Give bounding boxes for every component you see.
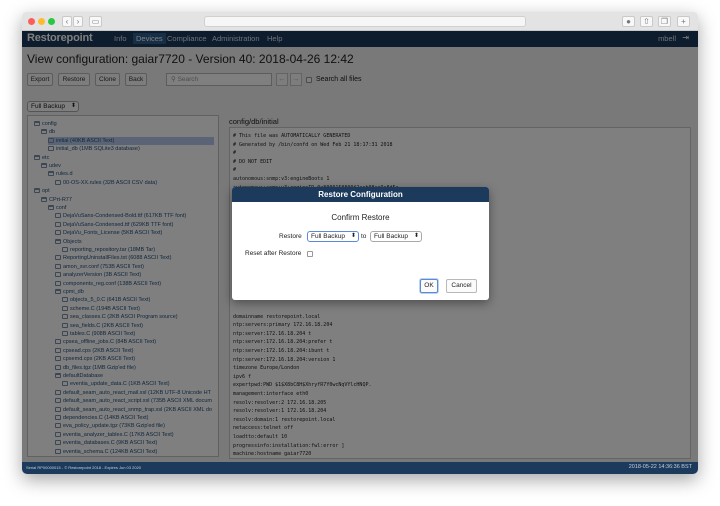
maximize-window-icon[interactable]	[48, 18, 55, 25]
ok-button[interactable]: OK	[420, 279, 438, 293]
select-arrows-icon: ⬍	[350, 233, 356, 239]
dialog-header: Restore Configuration	[232, 187, 489, 202]
from-backup-select[interactable]: Full Backup ⬍	[307, 231, 359, 242]
reset-after-restore-checkbox[interactable]	[307, 251, 313, 257]
restore-dialog: Restore Configuration Confirm Restore Re…	[232, 187, 489, 300]
address-bar[interactable]	[204, 16, 526, 27]
new-tab-icon[interactable]: +	[677, 16, 690, 27]
cancel-button[interactable]: Cancel	[446, 279, 477, 293]
browser-window: ‹ › ▭ ● ⇧ ❐ + Restorepoint Info Devices …	[22, 12, 698, 474]
browser-chrome: ‹ › ▭ ● ⇧ ❐ +	[22, 12, 698, 31]
sidebar-icon[interactable]: ▭	[89, 16, 102, 27]
forward-arrow-icon[interactable]: ›	[73, 16, 83, 27]
to-label: to	[361, 233, 367, 240]
footer-license: Serial RP00000015 - © Restorepoint 2018 …	[26, 465, 142, 470]
footer-timestamp: 2018-05-22 14:36:36 BST	[628, 464, 692, 470]
restore-label: Restore	[279, 233, 302, 240]
minimize-window-icon[interactable]	[38, 18, 45, 25]
to-backup-select[interactable]: Full Backup ⬍	[370, 231, 422, 242]
close-window-icon[interactable]	[28, 18, 35, 25]
tabs-icon[interactable]: ❐	[658, 16, 671, 27]
reset-after-restore-label: Reset after Restore	[245, 250, 302, 257]
share-icon[interactable]: ⇧	[640, 16, 653, 27]
footer-bar: Serial RP00000015 - © Restorepoint 2018 …	[22, 462, 698, 474]
select-arrows-icon: ⬍	[413, 233, 419, 239]
dialog-title: Confirm Restore	[331, 213, 390, 222]
back-arrow-icon[interactable]: ‹	[62, 16, 72, 27]
to-backup-value: Full Backup	[374, 233, 408, 240]
download-icon[interactable]: ●	[622, 16, 635, 27]
from-backup-value: Full Backup	[311, 233, 345, 240]
